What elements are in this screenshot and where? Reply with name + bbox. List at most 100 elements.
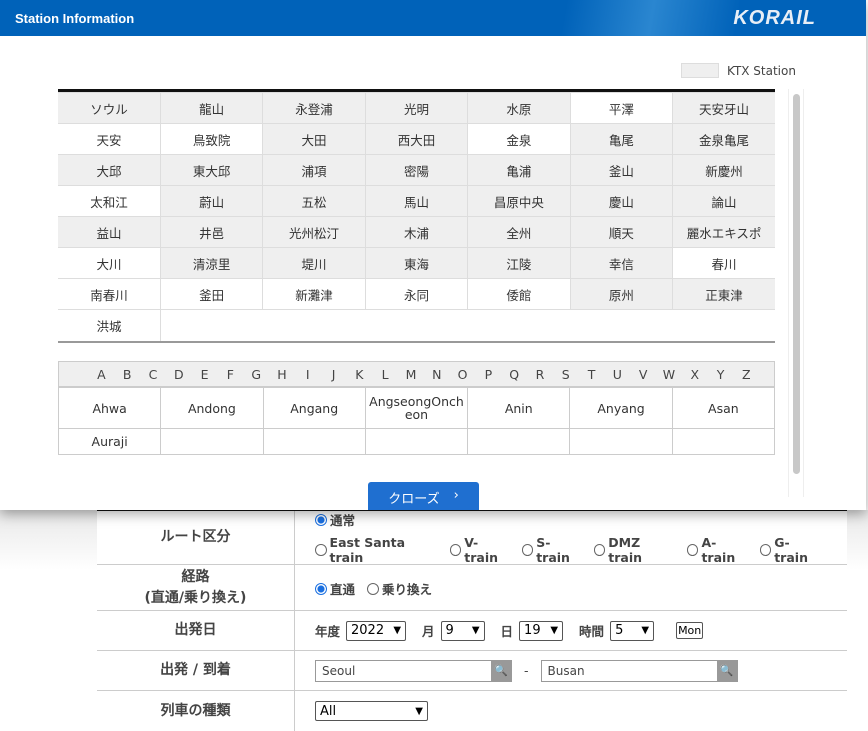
station-cell[interactable]: AngseongOncheon: [364, 387, 469, 429]
letter-link[interactable]: P: [476, 367, 502, 382]
station-cell[interactable]: 龍山: [159, 92, 264, 124]
station-cell[interactable]: 新灘津: [262, 278, 366, 310]
station-cell[interactable]: Angang: [262, 387, 366, 429]
station-cell[interactable]: 東大邱: [159, 154, 264, 186]
letter-link[interactable]: U: [605, 367, 631, 382]
station-cell[interactable]: Anin: [467, 387, 571, 429]
letter-link[interactable]: B: [115, 367, 141, 382]
station-cell[interactable]: Ahwa: [57, 387, 162, 429]
station-cell[interactable]: 釜山: [569, 154, 674, 186]
letter-link[interactable]: L: [373, 367, 399, 382]
letter-link[interactable]: I: [295, 367, 321, 382]
station-cell[interactable]: 金泉: [467, 123, 571, 155]
station-cell[interactable]: 水原: [467, 92, 571, 124]
letter-link[interactable]: G: [244, 367, 270, 382]
letter-link[interactable]: Y: [708, 367, 734, 382]
station-cell[interactable]: 昌原中央: [467, 185, 571, 217]
station-cell[interactable]: Andong: [160, 387, 264, 429]
station-cell[interactable]: 春川: [672, 247, 775, 279]
month-select[interactable]: 9 ▼: [440, 620, 485, 641]
station-cell[interactable]: 江陵: [467, 247, 571, 279]
station-cell[interactable]: 新慶州: [672, 154, 775, 186]
letter-link[interactable]: M: [399, 367, 425, 382]
station-cell[interactable]: 大邱: [58, 154, 161, 186]
station-cell[interactable]: 光明: [364, 92, 469, 124]
route-option-radio[interactable]: G-train: [759, 535, 821, 565]
route-normal-radio[interactable]: 通常: [315, 510, 355, 529]
station-cell[interactable]: Asan: [671, 387, 776, 429]
station-cell[interactable]: 慶山: [569, 185, 674, 217]
station-cell[interactable]: 正東津: [672, 278, 775, 310]
station-cell[interactable]: 光州松汀: [262, 216, 366, 248]
letter-link[interactable]: J: [321, 367, 347, 382]
station-cell[interactable]: 清涼里: [159, 247, 264, 279]
station-cell[interactable]: 密陽: [364, 154, 469, 186]
station-cell[interactable]: 堤川: [262, 247, 366, 279]
search-icon[interactable]: 🔍: [716, 660, 737, 681]
route-option-radio[interactable]: S-train: [521, 535, 582, 565]
station-cell[interactable]: Anyang: [569, 387, 673, 429]
letter-link[interactable]: Z: [734, 367, 760, 382]
station-cell[interactable]: 天安牙山: [672, 92, 775, 124]
route-option-radio[interactable]: DMZ train: [593, 535, 675, 565]
search-icon[interactable]: 🔍: [491, 660, 511, 681]
station-cell[interactable]: 論山: [672, 185, 775, 217]
letter-link[interactable]: X: [682, 367, 708, 382]
station-cell[interactable]: 浦項: [262, 154, 366, 186]
letter-link[interactable]: D: [166, 367, 192, 382]
station-cell[interactable]: 洪城: [58, 309, 161, 341]
scrollbar[interactable]: [788, 89, 804, 497]
station-cell[interactable]: 麗水エキスポ: [672, 216, 775, 248]
station-cell[interactable]: Auraji: [57, 428, 162, 455]
station-cell[interactable]: ソウル: [58, 92, 161, 124]
year-select[interactable]: 2022 ▼: [346, 620, 407, 641]
hour-select[interactable]: 5 ▼: [610, 620, 655, 641]
letter-link[interactable]: W: [657, 367, 683, 382]
station-cell[interactable]: 木浦: [364, 216, 469, 248]
station-cell[interactable]: 亀浦: [467, 154, 571, 186]
letter-link[interactable]: N: [424, 367, 450, 382]
station-cell[interactable]: 金泉亀尾: [672, 123, 775, 155]
station-cell[interactable]: 倭館: [467, 278, 571, 310]
letter-link[interactable]: H: [270, 367, 296, 382]
station-cell[interactable]: 南春川: [58, 278, 161, 310]
station-cell[interactable]: 幸信: [569, 247, 674, 279]
letter-link[interactable]: O: [450, 367, 476, 382]
route-option-radio[interactable]: A-train: [686, 535, 748, 565]
station-cell[interactable]: 東海: [364, 247, 469, 279]
station-cell[interactable]: 原州: [569, 278, 674, 310]
station-cell[interactable]: 井邑: [159, 216, 264, 248]
letter-link[interactable]: Q: [502, 367, 528, 382]
train-type-select[interactable]: All ▼: [315, 701, 428, 721]
station-cell[interactable]: 平澤: [569, 92, 674, 124]
letter-link[interactable]: E: [192, 367, 218, 382]
departure-input[interactable]: Seoul 🔍: [315, 659, 512, 682]
station-cell[interactable]: 蔚山: [159, 185, 264, 217]
station-cell[interactable]: 馬山: [364, 185, 469, 217]
day-select[interactable]: 19 ▼: [519, 620, 564, 641]
station-cell[interactable]: 大田: [262, 123, 366, 155]
station-cell[interactable]: 全州: [467, 216, 571, 248]
station-cell[interactable]: 永登浦: [262, 92, 366, 124]
letter-link[interactable]: C: [141, 367, 167, 382]
station-cell[interactable]: 天安: [58, 123, 161, 155]
station-cell[interactable]: 西大田: [364, 123, 469, 155]
route-option-radio[interactable]: V-train: [449, 535, 510, 565]
letter-link[interactable]: K: [347, 367, 373, 382]
letter-link[interactable]: S: [553, 367, 579, 382]
station-cell[interactable]: 五松: [262, 185, 366, 217]
letter-link[interactable]: T: [579, 367, 605, 382]
station-cell[interactable]: 順天: [569, 216, 674, 248]
route-option-radio[interactable]: East Santa train: [315, 535, 438, 565]
direct-radio[interactable]: 直通: [315, 579, 355, 598]
station-cell[interactable]: 亀尾: [569, 123, 674, 155]
transfer-radio[interactable]: 乗り換え: [367, 579, 432, 598]
close-button[interactable]: クローズ ›: [368, 482, 479, 510]
letter-link[interactable]: F: [218, 367, 244, 382]
station-cell[interactable]: 釜田: [159, 278, 264, 310]
arrival-input[interactable]: Busan 🔍: [540, 659, 738, 682]
station-cell[interactable]: 益山: [58, 216, 161, 248]
station-cell[interactable]: 永同: [364, 278, 469, 310]
letter-link[interactable]: R: [528, 367, 554, 382]
station-cell[interactable]: 鳥致院: [159, 123, 264, 155]
